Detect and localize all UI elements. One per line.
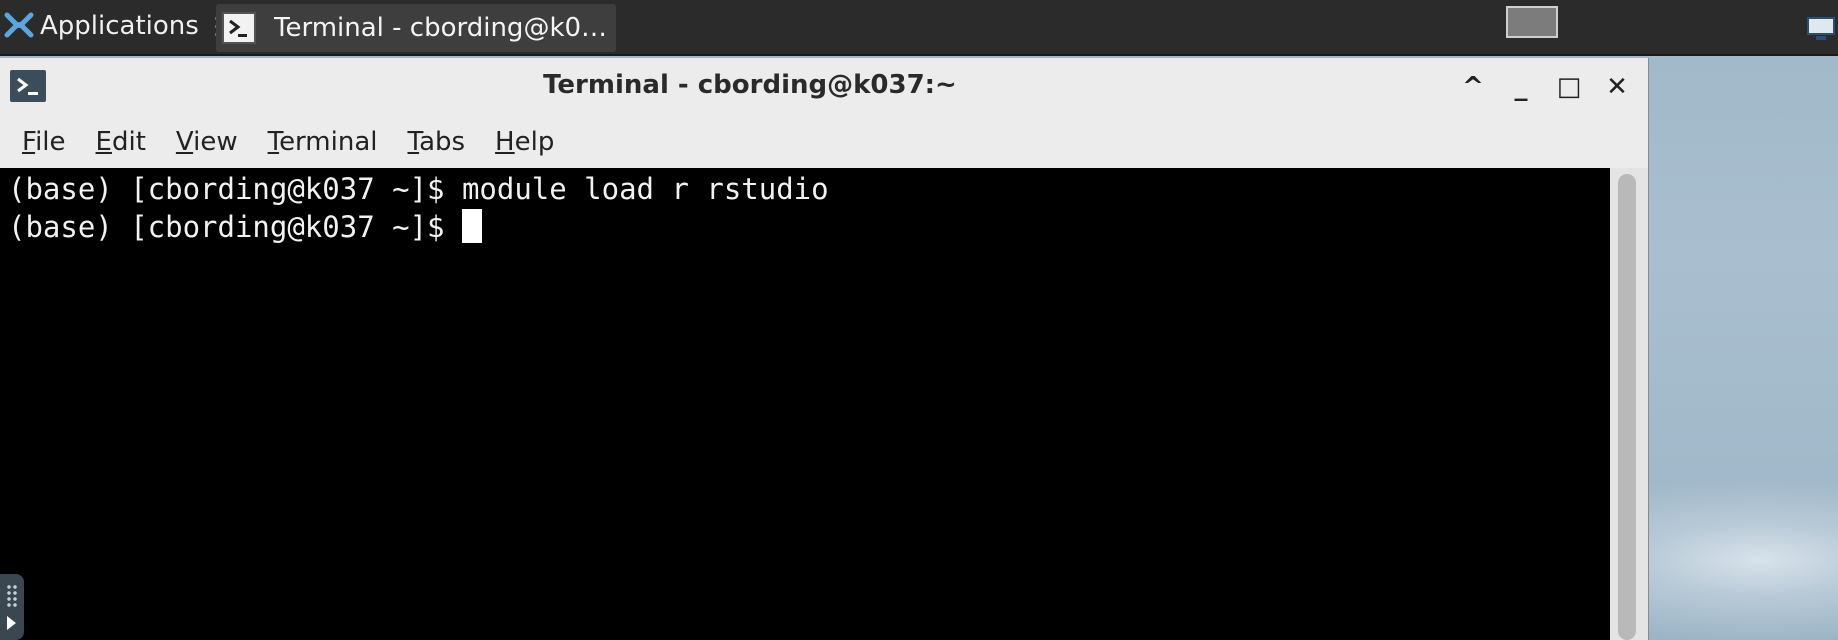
menu-edit[interactable]: Edit [96,127,146,157]
applications-menu-button[interactable]: Applications ⋮ [0,0,229,52]
menu-help[interactable]: Help [495,127,554,157]
applications-icon [4,11,34,41]
window-titlebar[interactable]: Terminal - cbording@k037:~ ^ _ □ ✕ [0,58,1648,116]
terminal-icon [222,12,256,44]
taskbar-terminal-button[interactable]: Terminal - cbording@k0… [216,4,616,52]
maximize-button[interactable]: □ [1552,70,1586,104]
terminal-window: Terminal - cbording@k037:~ ^ _ □ ✕ File … [0,58,1649,640]
terminal-output[interactable]: (base) [cbording@k037 ~]$ module load r … [0,168,1610,640]
minimize-button[interactable]: _ [1504,70,1538,104]
applications-label: Applications [40,11,199,41]
menu-bar: File Edit View Terminal Tabs Help [0,116,1648,168]
grip-icon [6,584,18,608]
terminal-line: (base) [cbording@k037 ~]$ [8,208,1610,246]
scrollbar[interactable] [1610,168,1648,640]
terminal-line: (base) [cbording@k037 ~]$ module load r … [8,172,829,206]
window-title: Terminal - cbording@k037:~ [543,70,957,100]
scrollbar-thumb[interactable] [1618,174,1636,640]
roll-up-button[interactable]: ^ [1456,70,1490,104]
menu-tabs[interactable]: Tabs [407,127,465,157]
taskbar-terminal-label: Terminal - cbording@k0… [274,13,608,43]
close-button[interactable]: ✕ [1600,70,1634,104]
network-icon[interactable] [1804,14,1838,44]
side-panel-handle[interactable] [0,574,24,640]
play-arrow-icon [7,616,16,630]
menu-terminal[interactable]: Terminal [268,127,378,157]
menu-file[interactable]: File [22,127,66,157]
top-panel: Applications ⋮ Terminal - cbording@k0… [0,0,1838,56]
workspace-switcher[interactable] [1506,6,1558,38]
menu-view[interactable]: View [176,127,238,157]
text-cursor [461,209,482,243]
